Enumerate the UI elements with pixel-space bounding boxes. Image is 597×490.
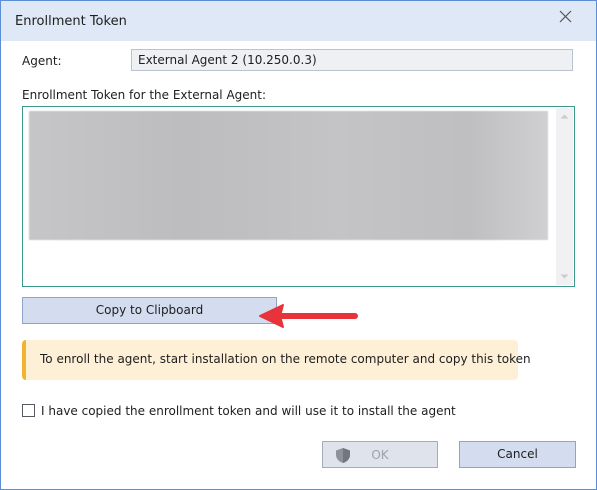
agent-field: External Agent 2 (10.250.0.3)	[131, 49, 573, 71]
close-button[interactable]	[553, 4, 579, 30]
token-content-blurred	[29, 111, 548, 240]
red-arrow-icon	[259, 304, 358, 328]
confirm-copied-label[interactable]: I have copied the enrollment token and w…	[41, 404, 456, 418]
chevron-up-icon	[560, 114, 569, 119]
token-textarea[interactable]	[22, 106, 575, 287]
confirm-copied-checkbox[interactable]	[22, 404, 35, 417]
info-accent-stripe	[22, 340, 26, 380]
close-icon	[559, 10, 572, 23]
agent-label: Agent:	[22, 54, 62, 68]
token-label: Enrollment Token for the External Agent:	[22, 88, 267, 102]
copy-to-clipboard-button[interactable]: Copy to Clipboard	[22, 297, 277, 324]
enrollment-token-dialog: Enrollment Token Agent: External Agent 2…	[0, 0, 597, 490]
info-text: To enroll the agent, start installation …	[40, 352, 531, 366]
ok-button[interactable]: OK	[322, 441, 438, 468]
scroll-up-button[interactable]	[556, 108, 573, 125]
title-bar: Enrollment Token	[1, 1, 596, 41]
vertical-scrollbar[interactable]	[556, 108, 573, 285]
dialog-title: Enrollment Token	[15, 14, 127, 29]
chevron-down-icon	[560, 274, 569, 279]
scroll-down-button[interactable]	[556, 268, 573, 285]
info-banner: To enroll the agent, start installation …	[22, 340, 531, 380]
cancel-button[interactable]: Cancel	[459, 441, 576, 468]
ok-button-label: OK	[371, 448, 389, 462]
